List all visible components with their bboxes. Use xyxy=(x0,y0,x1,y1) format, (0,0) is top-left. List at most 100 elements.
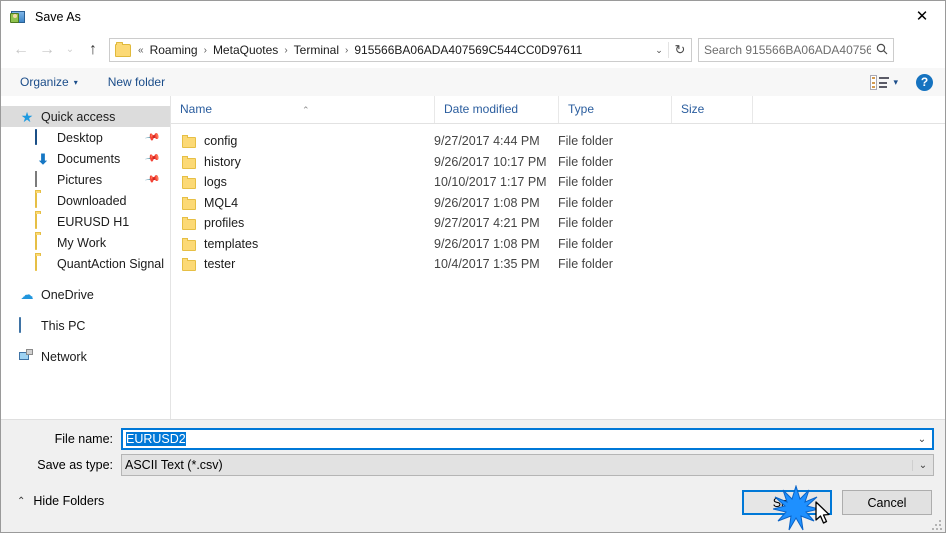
file-type-cell: File folder xyxy=(558,216,613,231)
sidebar-item-pictures[interactable]: Pictures 📌 xyxy=(1,169,170,190)
title-bar: Save As ✕ xyxy=(1,1,945,32)
sidebar-item-label: This PC xyxy=(41,318,86,333)
save-button[interactable]: Save xyxy=(742,490,832,515)
file-type-cell: File folder xyxy=(558,134,613,149)
table-row[interactable]: tester 10/4/2017 1:35 PM File folder xyxy=(171,254,945,275)
file-name-input[interactable]: EURUSD2 ⌄ xyxy=(121,428,934,450)
sidebar-item-eurusd-h1[interactable]: EURUSD H1 xyxy=(1,211,170,232)
file-type-cell: File folder xyxy=(558,236,613,251)
file-name-label: MQL4 xyxy=(204,195,239,210)
cancel-button[interactable]: Cancel xyxy=(842,490,932,515)
sidebar-item-label: Pictures xyxy=(57,172,103,187)
sidebar-item-desktop[interactable]: Desktop 📌 xyxy=(1,127,170,148)
folder-icon xyxy=(182,258,196,272)
folder-icon xyxy=(182,176,196,190)
sidebar-item-label: Desktop xyxy=(57,130,103,145)
column-header-size[interactable]: Size xyxy=(671,96,753,123)
file-name-label: logs xyxy=(204,175,227,190)
back-button[interactable]: ← xyxy=(8,37,34,63)
sidebar-item-label: My Work xyxy=(57,235,107,250)
search-box[interactable]: Search 915566BA06ADA40756... xyxy=(698,38,894,62)
hide-folders-button[interactable]: ⌃ Hide Folders xyxy=(17,494,104,508)
sidebar-item-quantaction-signal[interactable]: QuantAction Signal xyxy=(1,253,170,274)
file-date-cell: 9/26/2017 1:08 PM xyxy=(434,195,540,210)
column-header-type[interactable]: Type xyxy=(558,96,671,123)
organize-label: Organize xyxy=(20,75,69,89)
breadcrumb-item-metaquotes[interactable]: MetaQuotes xyxy=(210,41,281,59)
save-form: File name: EURUSD2 ⌄ Save as type: ASCII… xyxy=(1,419,945,532)
sidebar-item-onedrive[interactable]: ☁ OneDrive xyxy=(1,284,170,305)
pin-icon[interactable]: 📌 xyxy=(144,129,161,145)
breadcrumb-overflow[interactable]: « xyxy=(135,45,147,56)
chevron-right-icon: › xyxy=(345,44,349,56)
new-folder-button[interactable]: New folder xyxy=(101,71,172,93)
sidebar-divider xyxy=(1,305,170,315)
hide-folders-label: Hide Folders xyxy=(33,494,105,508)
column-header-name-label: Name xyxy=(180,102,213,116)
view-layout-icon[interactable] xyxy=(870,74,890,90)
dialog-body: ★ Quick access Desktop 📌 ⬇ Documents 📌 P… xyxy=(1,96,945,419)
column-header-date-modified[interactable]: Date modified xyxy=(434,96,558,123)
refresh-icon[interactable]: ↻ xyxy=(668,42,691,58)
sidebar-item-quick-access[interactable]: ★ Quick access xyxy=(1,106,170,127)
breadcrumb-item-terminal[interactable]: Terminal xyxy=(291,41,342,59)
sidebar-item-this-pc[interactable]: This PC xyxy=(1,315,170,336)
column-header-name[interactable]: Name ⌃ xyxy=(171,96,434,123)
sidebar-item-network[interactable]: Network xyxy=(1,346,170,367)
file-name-label: history xyxy=(204,154,241,169)
save-as-type-select[interactable]: ASCII Text (*.csv) ⌄ xyxy=(121,454,934,476)
forward-button[interactable]: → xyxy=(34,37,60,63)
sidebar-item-downloaded[interactable]: Downloaded xyxy=(1,190,170,211)
breadcrumb-item-terminal-id[interactable]: 915566BA06ADA407569C544CC0D97611 xyxy=(351,41,585,59)
toolbar-right-group: ▾ ? xyxy=(870,73,945,91)
pc-icon xyxy=(19,316,35,334)
close-icon[interactable]: ✕ xyxy=(899,1,945,31)
sidebar-item-label: Downloaded xyxy=(57,193,127,208)
recent-locations-button[interactable]: ⌄ xyxy=(60,37,80,63)
view-options-chevron-down-icon[interactable]: ▾ xyxy=(891,77,902,88)
sidebar-item-label: Network xyxy=(41,349,87,364)
file-name-cell: templates xyxy=(171,237,434,251)
file-date-cell: 10/10/2017 1:17 PM xyxy=(434,175,547,190)
download-arrow-icon: ⬇ xyxy=(37,150,49,167)
file-name-cell: logs xyxy=(171,175,434,190)
sidebar-item-label: Documents xyxy=(57,151,121,166)
search-input[interactable]: Search 915566BA06ADA40756... xyxy=(699,43,871,57)
file-date-cell: 9/27/2017 4:44 PM xyxy=(434,134,540,149)
file-rows: config 9/27/2017 4:44 PM File folder his… xyxy=(171,124,945,275)
chevron-down-icon[interactable]: ⌄ xyxy=(912,459,933,471)
table-row[interactable]: MQL4 9/26/2017 1:08 PM File folder xyxy=(171,193,945,214)
table-row[interactable]: templates 9/26/2017 1:08 PM File folder xyxy=(171,234,945,255)
file-type-cell: File folder xyxy=(558,175,613,190)
table-row[interactable]: logs 10/10/2017 1:17 PM File folder xyxy=(171,172,945,193)
chevron-down-icon[interactable]: ⌄ xyxy=(912,434,932,445)
chevron-right-icon: › xyxy=(203,44,207,56)
file-name-value[interactable]: EURUSD2 xyxy=(123,432,912,446)
folder-icon xyxy=(35,233,51,251)
up-button[interactable]: ↑ xyxy=(80,37,106,63)
column-headers: Name ⌃ Date modified Type Size xyxy=(171,96,945,124)
file-date-cell: 9/26/2017 1:08 PM xyxy=(434,236,540,251)
folder-icon xyxy=(35,212,51,230)
organize-button[interactable]: Organize ▾ xyxy=(13,71,85,93)
table-row[interactable]: history 9/26/2017 10:17 PM File folder xyxy=(171,152,945,173)
help-button[interactable]: ? xyxy=(916,73,933,91)
window-title: Save As xyxy=(35,9,81,24)
file-name-label: templates xyxy=(204,236,259,251)
navigation-bar: ← → ⌄ ↑ « Roaming › MetaQuotes › Termina… xyxy=(1,32,945,68)
sidebar-item-label: QuantAction Signal xyxy=(57,256,165,271)
chevron-down-icon[interactable]: ⌄ xyxy=(650,45,668,56)
pin-icon[interactable]: 📌 xyxy=(144,171,161,187)
table-row[interactable]: profiles 9/27/2017 4:21 PM File folder xyxy=(171,213,945,234)
pin-icon[interactable]: 📌 xyxy=(144,150,161,166)
save-as-type-value: ASCII Text (*.csv) xyxy=(125,458,223,472)
breadcrumb-item-roaming[interactable]: Roaming xyxy=(147,41,201,59)
file-name-cell: tester xyxy=(171,257,434,272)
sidebar-item-documents[interactable]: ⬇ Documents 📌 xyxy=(1,148,170,169)
file-name-label: config xyxy=(204,134,238,149)
resize-grip[interactable] xyxy=(932,520,942,530)
address-bar[interactable]: « Roaming › MetaQuotes › Terminal › 9155… xyxy=(109,38,692,62)
table-row[interactable]: config 9/27/2017 4:44 PM File folder xyxy=(171,131,945,152)
folder-icon xyxy=(35,254,51,272)
sidebar-item-my-work[interactable]: My Work xyxy=(1,232,170,253)
